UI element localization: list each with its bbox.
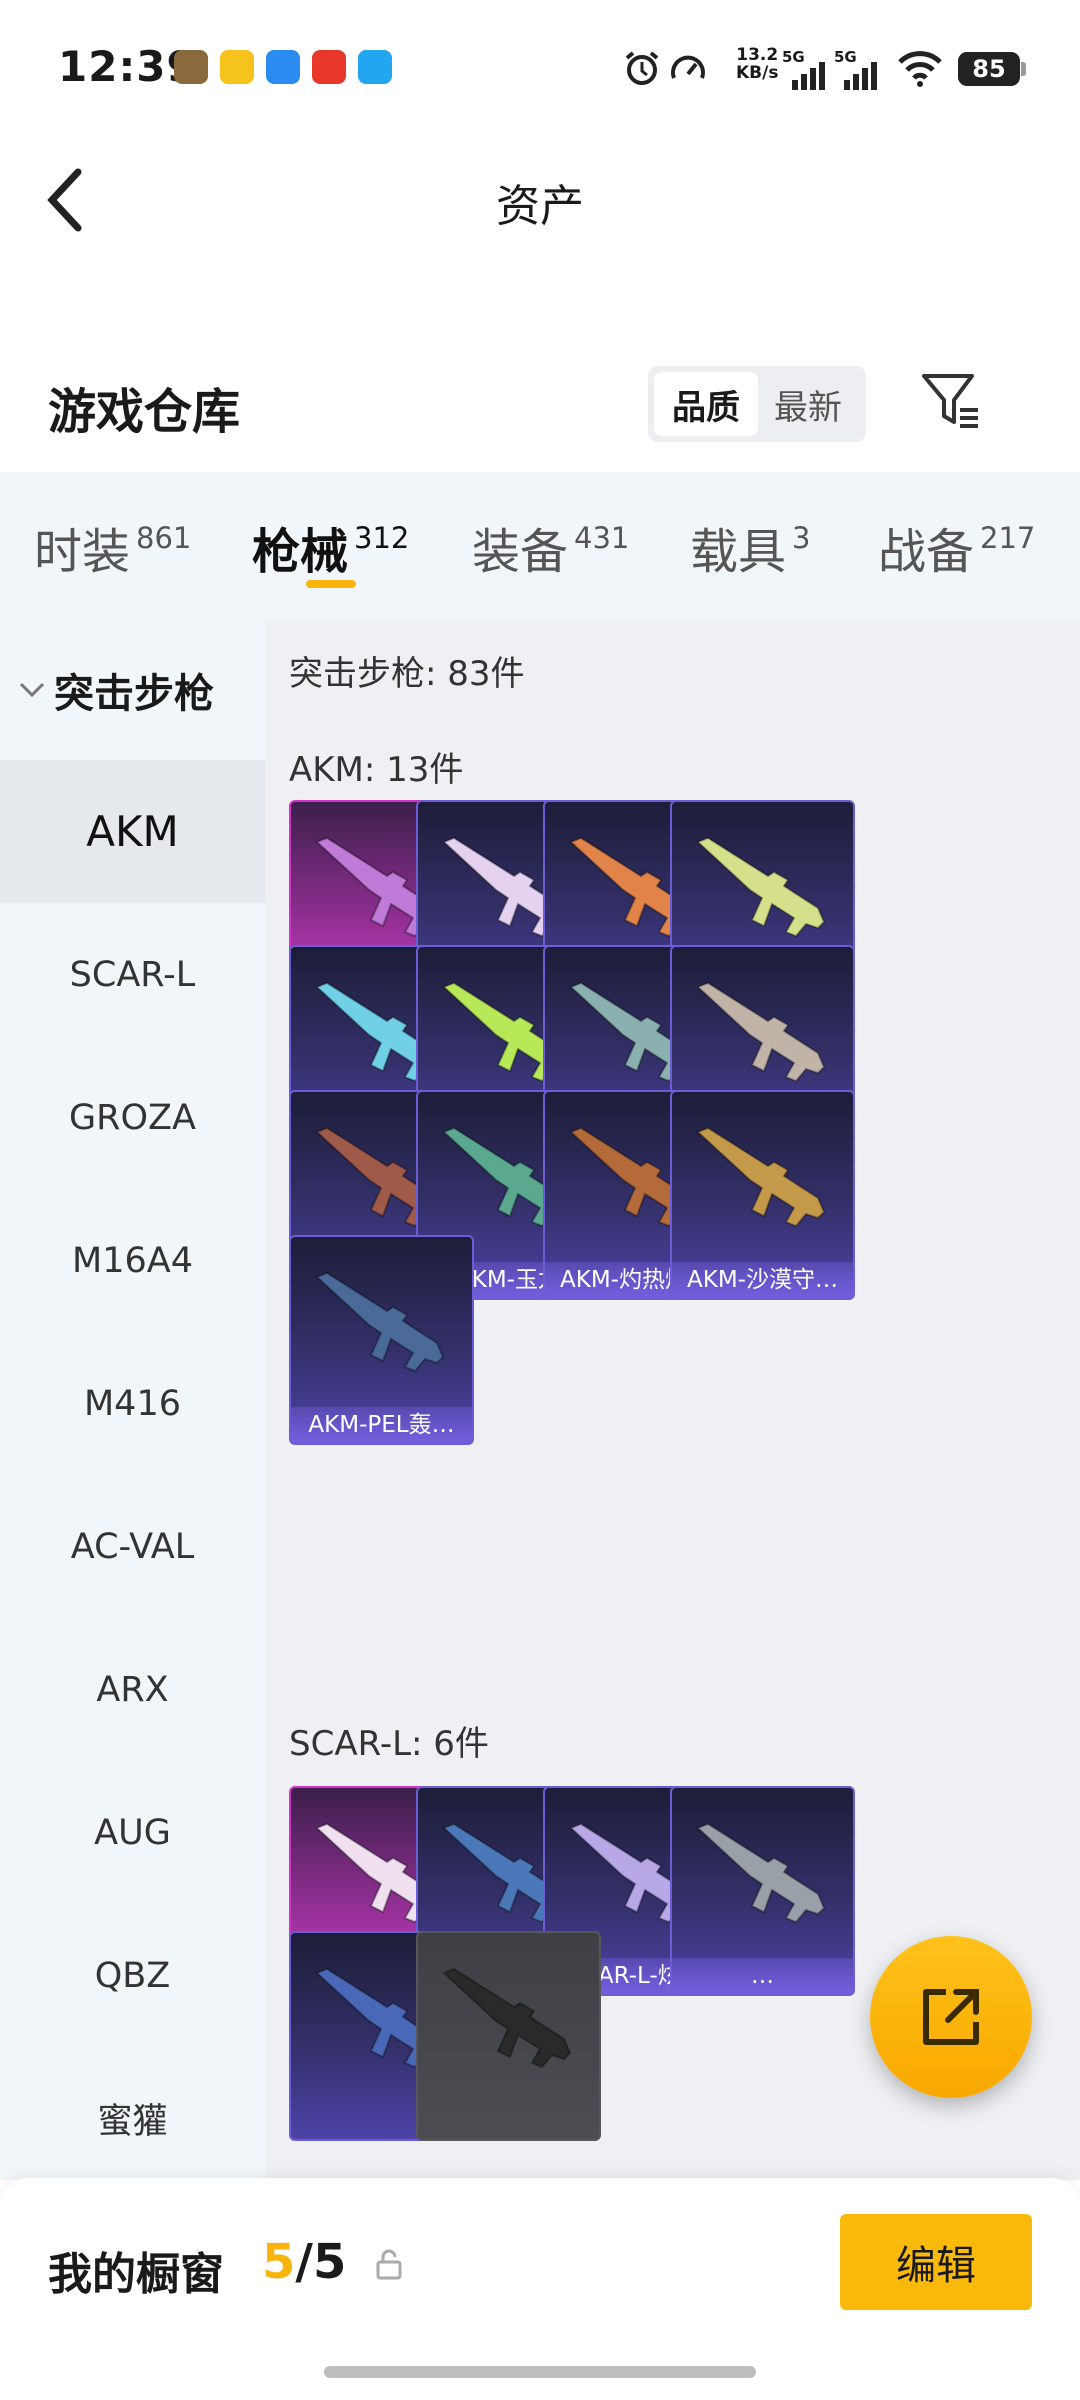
rifle-icon xyxy=(442,1967,572,2069)
wifi-icon xyxy=(898,51,942,87)
sidebar-item-ac-val[interactable]: AC-VAL xyxy=(0,1475,265,1618)
tab-fashion[interactable]: 时装 861 xyxy=(34,512,191,582)
tab-guns[interactable]: 枪械 312 xyxy=(252,512,409,582)
section-title: 游戏仓库 xyxy=(48,384,241,440)
skin-name: … xyxy=(672,1958,853,1994)
app-notification-icon xyxy=(220,50,254,84)
lock-icon xyxy=(376,2249,402,2280)
app-notification-icon xyxy=(312,50,346,84)
tab-count: 861 xyxy=(136,521,192,555)
signal-icon xyxy=(792,62,825,90)
showcase-count: 5/5 xyxy=(262,2234,346,2290)
tab-label: 时装 xyxy=(34,524,131,580)
showcase-total: 5 xyxy=(312,2234,347,2290)
sort-latest-option[interactable]: 最新 xyxy=(756,372,860,436)
showcase-bar: 我的橱窗 5/5 编辑 xyxy=(0,2178,1080,2400)
active-tab-indicator xyxy=(306,580,356,588)
tab-supplies[interactable]: 战备 217 xyxy=(878,512,1035,582)
warehouse-header: 游戏仓库 品质 最新 xyxy=(0,330,1080,470)
sidebar-item-akm[interactable]: AKM xyxy=(0,760,265,903)
rifle-icon xyxy=(696,1822,826,1924)
tab-vehicles[interactable]: 载具 3 xyxy=(690,512,810,582)
rifle-icon xyxy=(315,1271,445,1373)
app-notification-icon xyxy=(358,50,392,84)
weapon-skin-card[interactable]: AKM-沙漠守… xyxy=(670,1090,855,1300)
section-title-scar-l: SCAR-L: 6件 xyxy=(289,1724,489,1764)
weapon-sidebar: 突击步枪 AKM SCAR-L GROZA M16A4 M416 AC-VAL … xyxy=(0,620,265,2180)
app-notification-icon xyxy=(266,50,300,84)
weapon-skin-card[interactable]: AKM-PEL轰… xyxy=(289,1235,474,1445)
sidebar-item-scar-l[interactable]: SCAR-L xyxy=(0,903,265,1046)
page-title: 资产 xyxy=(496,181,584,232)
chevron-down-icon xyxy=(19,682,45,698)
tab-label: 枪械 xyxy=(252,524,349,580)
tab-count: 431 xyxy=(574,521,630,555)
share-fab-button[interactable] xyxy=(870,1936,1032,2098)
tab-label: 战备 xyxy=(878,524,975,580)
edit-button[interactable]: 编辑 xyxy=(840,2214,1032,2310)
sidebar-item-aug[interactable]: AUG xyxy=(0,1761,265,1904)
tab-count: 312 xyxy=(354,521,410,555)
sidebar-item-arx[interactable]: ARX xyxy=(0,1618,265,1761)
rifle-icon xyxy=(696,1126,826,1228)
showcase-separator: / xyxy=(295,2234,313,2290)
showcase-label: 我的橱窗 xyxy=(48,2249,224,2300)
tab-label: 载具 xyxy=(690,524,787,580)
status-bar: 12:39 13.2 KB/s 5G 5G 85 xyxy=(0,0,1080,130)
weapon-skin-card[interactable] xyxy=(416,1931,601,2141)
tab-equipment[interactable]: 装备 431 xyxy=(472,512,629,582)
sort-toggle: 品质 最新 xyxy=(648,366,866,442)
sort-quality-option[interactable]: 品质 xyxy=(654,372,758,436)
tab-count: 217 xyxy=(980,521,1036,555)
sidebar-item-qbz[interactable]: QBZ xyxy=(0,1904,265,2047)
skin-name: AKM-PEL轰… xyxy=(291,1407,472,1443)
tab-count: 3 xyxy=(792,521,811,555)
tab-label: 装备 xyxy=(472,524,569,580)
sidebar-item-m416[interactable]: M416 xyxy=(0,1332,265,1475)
battery-indicator: 85 xyxy=(958,52,1026,86)
sidebar-group-assault-rifles[interactable]: 突击步枪 xyxy=(0,620,265,760)
signal-icon xyxy=(844,62,877,90)
skin-name: AKM-沙漠守… xyxy=(672,1262,853,1298)
section-title-akm: AKM: 13件 xyxy=(289,750,464,790)
filter-icon xyxy=(922,374,978,428)
share-out-icon xyxy=(923,1989,979,2045)
sidebar-item-m16a4[interactable]: M16A4 xyxy=(0,1189,265,1332)
app-notification-icon xyxy=(174,50,208,84)
rifle-icon xyxy=(696,981,826,1083)
net-speed: 13.2 KB/s xyxy=(736,45,779,83)
home-indicator xyxy=(324,2366,756,2378)
group-summary: 突击步枪: 83件 xyxy=(289,654,525,694)
filter-button[interactable] xyxy=(916,366,986,436)
alarm-icon xyxy=(625,51,659,85)
speedometer-icon xyxy=(671,55,705,79)
sidebar-group-label: 突击步枪 xyxy=(54,671,214,717)
sidebar-item-honey-badger[interactable]: 蜜獾 xyxy=(0,2047,265,2190)
top-app-bar: 资产 xyxy=(0,130,1080,270)
sidebar-item-groza[interactable]: GROZA xyxy=(0,1046,265,1189)
category-tabs: 时装 861 枪械 312 装备 431 载具 3 战备 217 xyxy=(0,472,1080,620)
showcase-current: 5 xyxy=(262,2234,296,2290)
weapon-skin-card[interactable]: … xyxy=(670,1786,855,1996)
rifle-icon xyxy=(696,836,826,938)
